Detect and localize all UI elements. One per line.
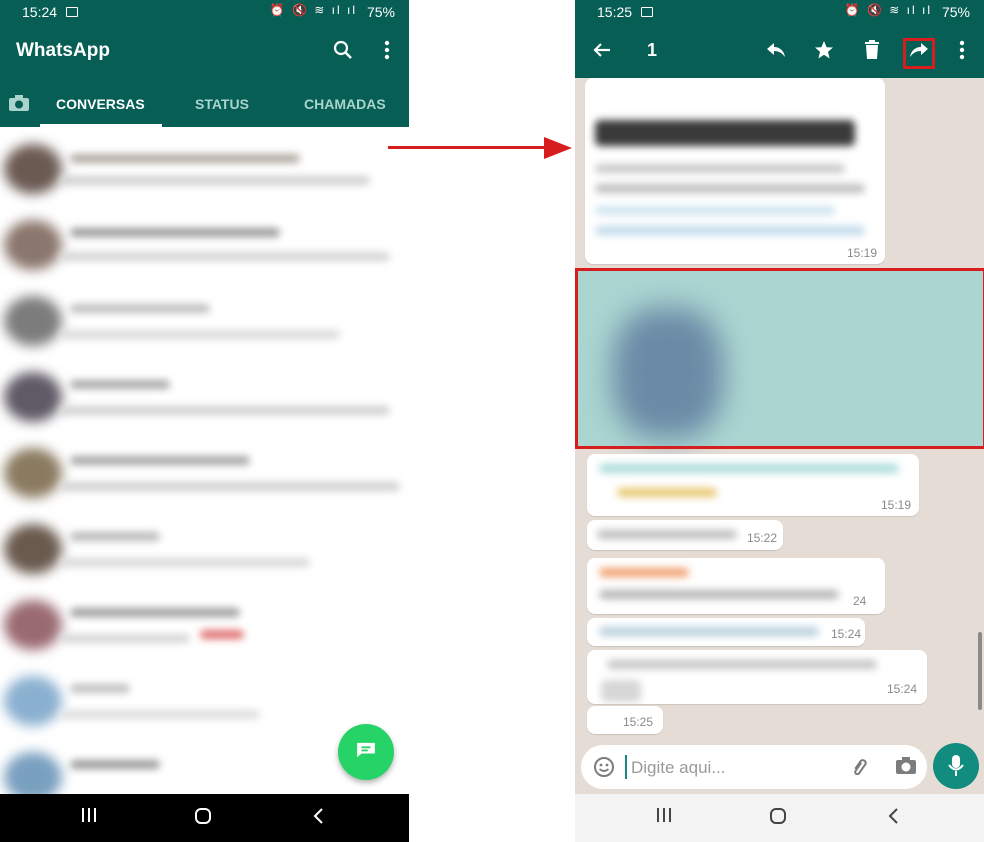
- system-nav-bar: [0, 794, 409, 842]
- message-bubble[interactable]: 15:22: [587, 520, 783, 550]
- reply-icon[interactable]: [763, 40, 789, 64]
- chat-list-item[interactable]: [0, 436, 400, 512]
- arrow-back-icon[interactable]: [589, 40, 615, 64]
- search-icon[interactable]: [330, 40, 356, 66]
- tab-bar: CONVERSAS STATUS CHAMADAS: [0, 78, 409, 127]
- home-icon[interactable]: [194, 807, 212, 830]
- message-bubble[interactable]: 15:19: [585, 78, 885, 264]
- paperclip-icon[interactable]: [849, 756, 871, 783]
- back-nav-icon[interactable]: [312, 807, 324, 830]
- avatar: [4, 676, 62, 726]
- message-time: 15:24: [887, 682, 918, 696]
- message-bubble[interactable]: 15:24: [587, 618, 865, 646]
- camera-icon[interactable]: [8, 94, 30, 115]
- avatar: [4, 524, 62, 574]
- message-bubble[interactable]: 15:19: [587, 454, 919, 516]
- status-icons: ⏰ 🔇 ≋ ıl ıl: [269, 3, 357, 17]
- trash-icon[interactable]: [859, 40, 885, 66]
- emoji-icon[interactable]: [593, 756, 615, 783]
- chat-list-item[interactable]: [0, 512, 400, 588]
- annotation-arrow-head: [544, 137, 572, 159]
- message-bubble[interactable]: 15:24: [587, 650, 927, 704]
- message-bubble[interactable]: 24: [587, 558, 885, 614]
- chat-list-item[interactable]: [0, 664, 400, 740]
- back-nav-icon[interactable]: [887, 807, 899, 830]
- message-bubble[interactable]: 15:25: [587, 706, 663, 734]
- chat-list-screen: 15:24 ⏰ 🔇 ≋ ıl ıl 75% WhatsApp CONVERSAS…: [0, 0, 409, 842]
- status-bar: 15:24 ⏰ 🔇 ≋ ıl ıl 75%: [0, 0, 409, 26]
- system-nav-bar: [575, 794, 984, 842]
- chat-list-item[interactable]: [0, 284, 400, 360]
- message-time: 24: [853, 594, 867, 608]
- message-time: 15:25: [623, 715, 654, 729]
- tab-conversas[interactable]: CONVERSAS: [56, 96, 145, 112]
- message-time: 15:19: [847, 246, 878, 260]
- star-icon[interactable]: [811, 40, 837, 66]
- selection-count: 1: [647, 40, 658, 60]
- chat-list-item[interactable]: [0, 208, 400, 284]
- image-notification-icon: [641, 7, 653, 17]
- status-time: 15:25: [597, 4, 633, 20]
- scrollbar[interactable]: [978, 632, 982, 710]
- tab-chamadas[interactable]: CHAMADAS: [304, 96, 386, 112]
- chat-list-item[interactable]: [0, 588, 400, 664]
- more-vert-icon[interactable]: [949, 40, 975, 66]
- more-vert-icon[interactable]: [374, 40, 400, 66]
- app-bar: WhatsApp: [0, 26, 409, 78]
- message-input-bar[interactable]: Digite aqui...: [581, 745, 927, 789]
- avatar: [4, 144, 62, 194]
- avatar: [4, 600, 62, 650]
- image-notification-icon: [66, 7, 78, 17]
- conversation-screen: 15:25 ⏰ 🔇 ≋ ıl ıl 75% 1 15:19 15:19 15:2…: [575, 0, 984, 842]
- status-bar: 15:25 ⏰ 🔇 ≋ ıl ıl 75%: [575, 0, 984, 26]
- mic-button[interactable]: [933, 743, 979, 789]
- camera-icon[interactable]: [895, 756, 917, 781]
- status-time: 15:24: [22, 4, 58, 20]
- new-chat-fab[interactable]: [338, 724, 394, 780]
- avatar: [4, 372, 62, 422]
- recents-icon[interactable]: [80, 807, 98, 828]
- annotation-arrow: [388, 146, 548, 149]
- selection-highlight-box: [575, 268, 984, 449]
- tab-status[interactable]: STATUS: [195, 96, 249, 112]
- recents-icon[interactable]: [655, 807, 673, 828]
- forward-highlight-box: [903, 38, 935, 69]
- message-time: 15:19: [881, 498, 912, 512]
- avatar: [4, 220, 62, 270]
- home-icon[interactable]: [769, 807, 787, 830]
- text-cursor: [625, 755, 627, 779]
- chat-list-item[interactable]: [0, 360, 400, 436]
- message-time: 15:24: [831, 627, 862, 641]
- chat-list-item[interactable]: [0, 132, 400, 208]
- avatar: [4, 448, 62, 498]
- message-time: 15:22: [747, 531, 778, 545]
- mic-icon: [948, 755, 964, 776]
- battery-level: 75%: [941, 4, 970, 20]
- avatar: [4, 296, 62, 346]
- status-icons: ⏰ 🔇 ≋ ıl ıl: [844, 3, 932, 17]
- battery-level: 75%: [366, 4, 395, 20]
- active-tab-indicator: [40, 124, 162, 127]
- app-title: WhatsApp: [16, 40, 110, 61]
- message-input[interactable]: Digite aqui...: [631, 758, 726, 778]
